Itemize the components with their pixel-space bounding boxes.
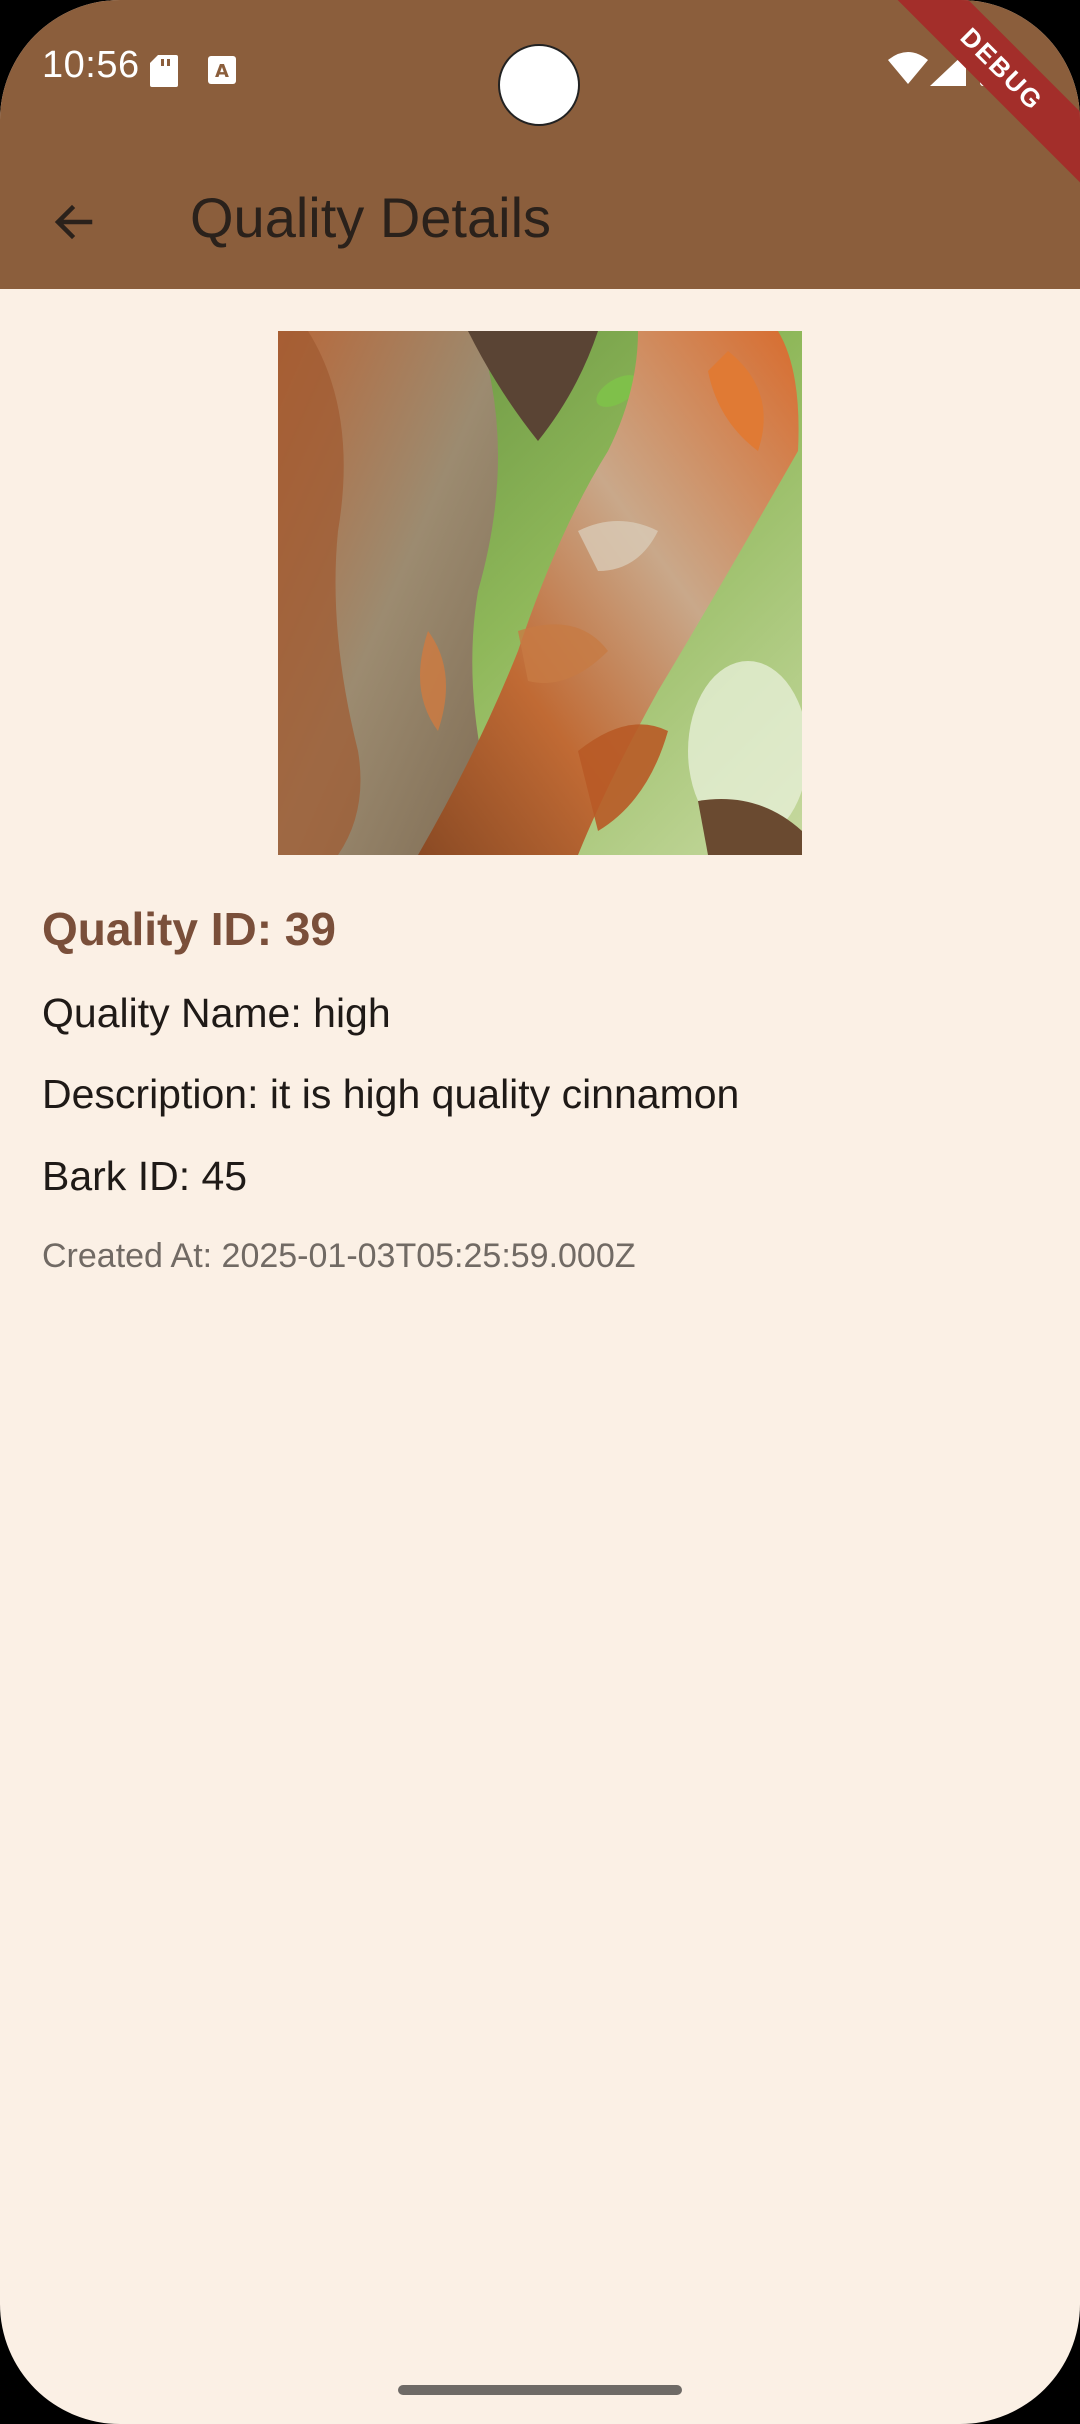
svg-text:A: A	[215, 61, 229, 82]
back-button[interactable]	[32, 180, 116, 264]
quality-image	[278, 331, 802, 855]
screen: 10:56 A DEBUG Quality Details Quality ID…	[0, 0, 1080, 2424]
arrow-back-icon	[54, 204, 93, 240]
keyboard-a-icon: A	[208, 56, 236, 89]
bark-id-text: Bark ID: 45	[42, 1153, 248, 1199]
status-time: 10:56	[42, 44, 140, 86]
wifi-icon	[888, 52, 928, 89]
page-title: Quality Details	[190, 186, 552, 249]
description-text: Description: it is high quality cinnamon	[42, 1071, 740, 1117]
app-bar: 10:56 A DEBUG Quality Details	[0, 0, 1080, 289]
sd-card-icon	[150, 55, 178, 92]
home-indicator[interactable]	[398, 2385, 682, 2395]
quality-id-heading: Quality ID: 39	[42, 903, 336, 955]
created-at-text: Created At: 2025-01-03T05:25:59.000Z	[42, 1237, 636, 1275]
quality-name-text: Quality Name: high	[42, 990, 391, 1036]
camera-cutout	[498, 44, 580, 126]
debug-banner: DEBUG	[878, 0, 1080, 193]
